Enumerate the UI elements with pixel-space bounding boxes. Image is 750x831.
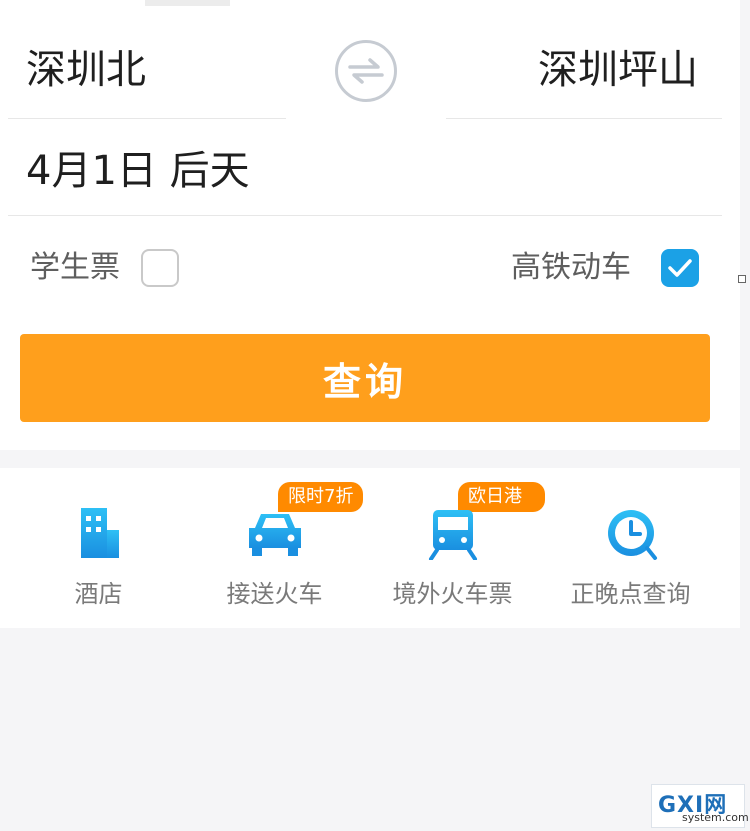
car-icon [248, 514, 301, 556]
service-label: 境外火车票 [392, 580, 513, 608]
watermark-subtext: system.com [682, 811, 749, 824]
divider [446, 118, 722, 119]
train-icon [428, 510, 477, 560]
to-station[interactable]: 深圳坪山 [538, 40, 698, 100]
service-hotel[interactable]: 酒店 [6, 468, 191, 628]
service-car-transfer[interactable]: 限时7折 接送火车 [182, 468, 367, 628]
date-picker[interactable]: 4月1日 后天 [26, 140, 250, 202]
page-marker [738, 275, 746, 283]
search-card: 深圳北 深圳坪山 4月1日 后天 学生票 高铁动车 查询 [0, 0, 740, 450]
query-button[interactable]: 查询 [20, 334, 710, 422]
hotel-icon [80, 508, 119, 558]
service-label: 酒店 [74, 580, 123, 608]
high-speed-rail-label: 高铁动车 [511, 250, 631, 285]
clock-icon [607, 510, 657, 560]
student-ticket-label: 学生票 [30, 250, 120, 285]
swap-stations-button[interactable] [335, 40, 397, 102]
student-ticket-checkbox[interactable] [141, 249, 179, 287]
service-label: 接送火车 [226, 580, 323, 608]
divider [8, 215, 722, 216]
watermark-logo: GXI网 system.com [651, 784, 749, 828]
swap-icon [348, 58, 384, 84]
service-delay-status[interactable]: 正晚点查询 [538, 468, 723, 628]
service-label: 正晚点查询 [570, 580, 691, 608]
high-speed-rail-checkbox[interactable] [661, 249, 699, 287]
divider [8, 118, 286, 119]
service-grid: 酒店 限时7折 接送火车 欧日港台 境外火车票 正晚点查询 [0, 468, 740, 628]
from-station[interactable]: 深圳北 [26, 40, 146, 100]
checkmark-icon [668, 259, 692, 277]
service-overseas-train[interactable]: 欧日港台 境外火车票 [360, 468, 545, 628]
top-divider [145, 0, 230, 6]
